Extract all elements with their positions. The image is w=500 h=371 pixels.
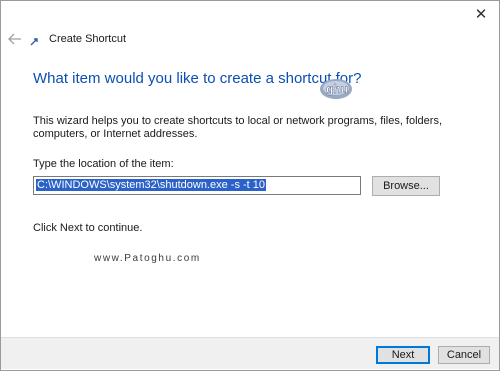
cancel-button[interactable]: Cancel <box>438 346 490 364</box>
browse-button[interactable]: Browse... <box>372 176 440 196</box>
back-arrow-icon <box>8 33 21 45</box>
svg-text:ghu: ghu <box>326 82 348 96</box>
shortcut-wizard-icon <box>30 38 38 46</box>
watermark-logo: ghu <box>320 79 352 99</box>
continue-instruction: Click Next to continue. <box>33 222 143 234</box>
watermark-url: www.Patoghu.com <box>94 253 201 264</box>
window-title: Create Shortcut <box>49 33 127 45</box>
location-input[interactable]: C:\WINDOWS\system32\shutdown.exe -s -t 1… <box>33 176 361 195</box>
location-label: Type the location of the item: <box>33 158 174 170</box>
page-heading: What item would you like to create a sho… <box>33 70 362 87</box>
close-button[interactable]: ✕ <box>471 5 491 23</box>
close-icon: ✕ <box>474 6 488 23</box>
next-button[interactable]: Next <box>376 346 430 364</box>
back-button[interactable] <box>7 31 23 47</box>
create-shortcut-dialog: ✕ Create Shortcut What item would you li… <box>0 0 500 371</box>
wizard-description: This wizard helps you to create shortcut… <box>33 115 443 140</box>
location-input-value: C:\WINDOWS\system32\shutdown.exe -s -t 1… <box>36 179 267 191</box>
